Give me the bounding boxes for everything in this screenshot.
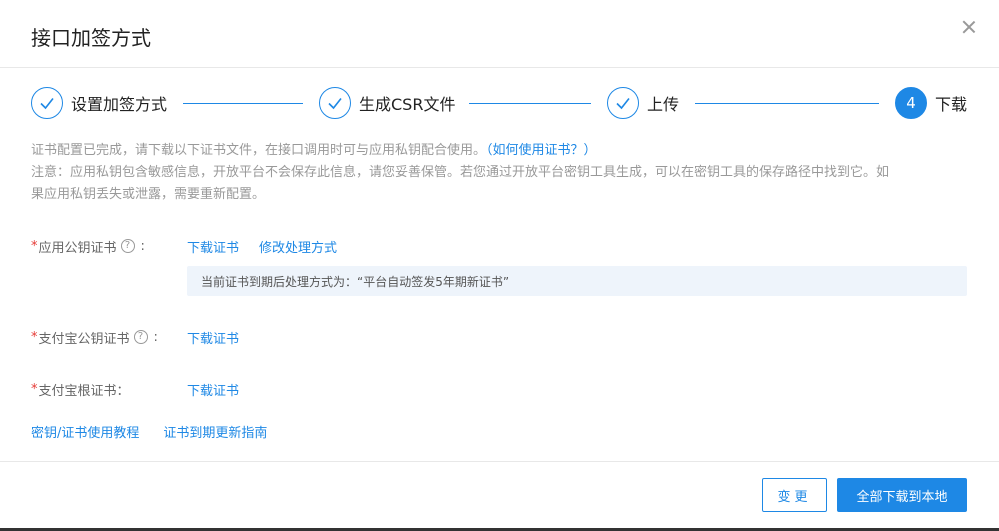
required-mark: * (31, 238, 38, 254)
required-mark: * (31, 329, 38, 345)
notes-line-1: 证书配置已完成，请下载以下证书文件，在接口调用时可与应用私钥配合使用。（如何使用… (31, 140, 971, 162)
step-3-label: 上传 (647, 95, 680, 114)
step-1: 设置加签方式 (31, 86, 167, 120)
step-2-label: 生成CSR文件 (359, 95, 456, 114)
step-connector (183, 103, 303, 104)
download-all-button[interactable]: 全部下载到本地 (837, 478, 967, 512)
alipay-root-download-link[interactable]: 下载证书 (187, 380, 239, 399)
app-cert-label: 应用公钥证书 ? : (39, 237, 145, 256)
check-icon (31, 87, 63, 119)
alipay-cert-label-row: * 支付宝公钥证书 ? : (31, 327, 158, 347)
check-icon (607, 87, 639, 119)
alipay-root-actions: 下载证书 (187, 380, 239, 399)
close-icon[interactable] (959, 17, 979, 37)
step-4-label: 下载 (935, 95, 968, 114)
required-mark: * (31, 381, 38, 397)
app-cert-download-link[interactable]: 下载证书 (187, 237, 239, 256)
step-connector (695, 103, 879, 104)
app-cert-label-row: * 应用公钥证书 ? : (31, 236, 145, 256)
alipay-cert-download-link[interactable]: 下载证书 (187, 328, 239, 347)
help-icon[interactable]: ? (133, 330, 148, 344)
alipay-cert-label: 支付宝公钥证书 ? : (39, 328, 158, 347)
change-button[interactable]: 变更 (762, 478, 827, 512)
step-2: 生成CSR文件 (319, 86, 455, 120)
stepper: 设置加签方式 生成CSR文件 上传 4 下载 (0, 86, 999, 120)
cert-renew-guide-link[interactable]: 证书到期更新指南 (163, 422, 267, 441)
dialog: 接口加签方式 设置加签方式 生成CSR文件 上传 4 下载 证书配置已完成，请下… (0, 0, 999, 531)
bottom-links: 密钥/证书使用教程 证书到期更新指南 (31, 422, 267, 441)
step-1-label: 设置加签方式 (71, 95, 168, 114)
key-cert-tutorial-link[interactable]: 密钥/证书使用教程 (31, 422, 139, 441)
step-4: 4 下载 (895, 86, 967, 120)
dialog-title: 接口加签方式 (31, 26, 151, 50)
step-connector (469, 103, 591, 104)
check-icon (319, 87, 351, 119)
alipay-cert-label-text: 支付宝公钥证书 (38, 331, 130, 347)
label-colon: : (140, 238, 145, 254)
step-4-number: 4 (895, 87, 927, 119)
label-colon: : (153, 329, 158, 345)
alipay-root-label-row: * 支付宝根证书： (31, 379, 130, 399)
help-icon[interactable]: ? (120, 239, 135, 253)
notes: 证书配置已完成，请下载以下证书文件，在接口调用时可与应用私钥配合使用。（如何使用… (31, 140, 971, 206)
modify-handling-link[interactable]: 修改处理方式 (259, 237, 337, 256)
notes-line-2: 注意：应用私钥包含敏感信息，开放平台不会保存此信息，请您妥善保管。若您通过开放平… (31, 165, 890, 180)
app-cert-label-text: 应用公钥证书 (38, 240, 117, 256)
notes-line-3: 果应用私钥丢失或泄露，需要重新配置。 (31, 187, 266, 202)
dialog-footer: 变更 全部下载到本地 (0, 461, 999, 528)
alipay-root-label: 支付宝根证书： (38, 383, 130, 399)
app-cert-actions: 下载证书 修改处理方式 (187, 237, 337, 256)
expiry-info-box: 当前证书到期后处理方式为：“平台自动签发5年期新证书” (187, 266, 967, 296)
dialog-header: 接口加签方式 (0, 0, 999, 68)
notes-text: 证书配置已完成，请下载以下证书文件，在接口调用时可与应用私钥配合使用。 (31, 143, 487, 158)
alipay-cert-actions: 下载证书 (187, 328, 239, 347)
step-3: 上传 (607, 86, 679, 120)
how-to-use-cert-link[interactable]: （如何使用证书？） (486, 143, 597, 158)
